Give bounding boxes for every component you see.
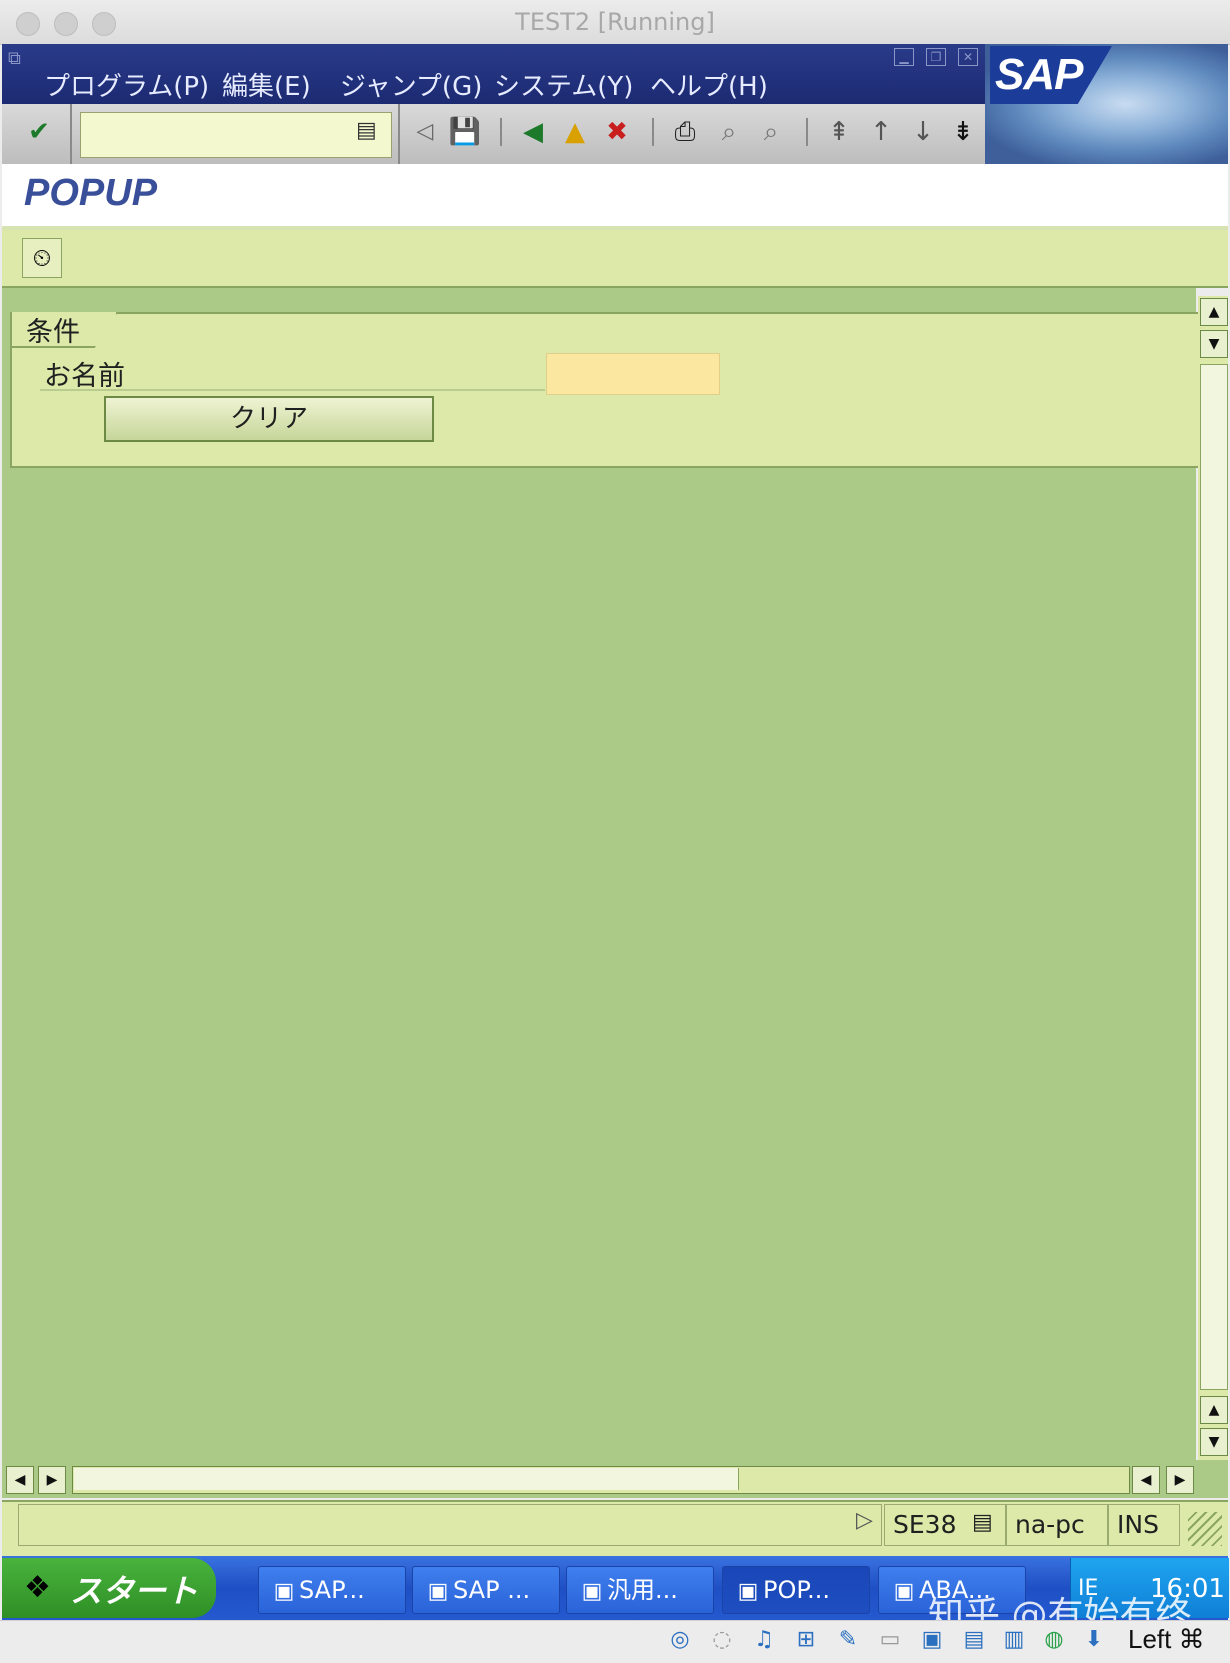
status-message [18, 1504, 882, 1546]
network-icon[interactable]: ⊞ [792, 1624, 820, 1656]
restore-icon[interactable]: ❐ [926, 48, 946, 66]
scroll-left-icon[interactable]: ◀ [1132, 1466, 1160, 1494]
task-general[interactable]: ▣ 汎用... [566, 1566, 714, 1614]
system-menu-icon[interactable]: ⧉ [8, 48, 21, 69]
sap-app-icon: ▣ [273, 1579, 295, 1604]
close-icon[interactable]: ✕ [958, 48, 978, 66]
toolbar-separator [500, 118, 502, 146]
label-underline [40, 389, 545, 391]
window-title: TEST2 [Running] [515, 8, 715, 36]
page-title: POPUP [24, 172, 158, 214]
cpu-icon[interactable]: ▥ [1000, 1624, 1028, 1656]
enter-icon[interactable]: ✔ [22, 114, 56, 150]
menu-help[interactable]: ヘルプ(H) [650, 66, 768, 103]
scroll-left-icon[interactable]: ◀ [6, 1466, 34, 1494]
find-icon[interactable]: ⌕ [712, 114, 746, 150]
toolbar-separator [652, 118, 654, 146]
host-key-label: Left ⌘ [1128, 1624, 1205, 1654]
exit-icon[interactable]: ▲ [558, 114, 592, 150]
status-mode[interactable]: INS [1108, 1504, 1180, 1546]
status-host: na-pc [1006, 1504, 1108, 1546]
clear-button[interactable]: クリア [104, 396, 434, 442]
windows-logo-icon: ❖ [24, 1570, 51, 1605]
frame-label: 条件 [26, 317, 80, 348]
menu-goto[interactable]: ジャンプ(G) [340, 66, 482, 103]
menu-edit[interactable]: 編集(E) [222, 66, 311, 103]
last-page-icon[interactable]: ⇟ [946, 114, 980, 150]
title-area [2, 164, 1228, 230]
scroll-down-icon[interactable]: ▼ [1200, 330, 1228, 358]
sap-app-icon: ▣ [893, 1579, 915, 1604]
toolbar-divider [398, 104, 400, 164]
display-icon[interactable]: ▣ [918, 1624, 946, 1656]
back-icon[interactable]: ◀ [516, 114, 550, 150]
usb-icon[interactable]: ✎ [834, 1624, 862, 1656]
toolbar-separator [806, 118, 808, 146]
system-info-icon[interactable]: ▤ [972, 1510, 993, 1535]
next-page-icon[interactable]: ↓ [906, 114, 940, 150]
execute-clock-icon[interactable]: ⏲ [22, 238, 62, 278]
command-field[interactable] [80, 112, 392, 158]
minimize-icon[interactable]: ▁ [894, 48, 914, 66]
status-expand-icon[interactable]: ▷ [856, 1508, 873, 1533]
scroll-down-icon[interactable]: ▼ [1200, 1428, 1228, 1456]
menu-system[interactable]: システム(Y) [494, 66, 633, 103]
resize-grip-icon[interactable] [1188, 1512, 1222, 1546]
task-popup[interactable]: ▣ POP... [722, 1566, 870, 1614]
task-label: SAP ... [453, 1576, 531, 1604]
audio-icon[interactable]: ♫ [750, 1624, 778, 1656]
name-label: お名前 [44, 361, 125, 392]
sap-logo-text: SAP [995, 50, 1083, 99]
horizontal-scroll-thumb[interactable] [74, 1468, 739, 1490]
scroll-right-icon[interactable]: ▶ [1166, 1466, 1194, 1494]
prev-page-icon[interactable]: ↑ [864, 114, 898, 150]
find-next-icon[interactable]: ⌕ [754, 114, 788, 150]
sap-app-icon: ▣ [427, 1579, 449, 1604]
save-icon[interactable]: 💾 [448, 114, 482, 150]
shared-folder-icon[interactable]: ▭ [876, 1624, 904, 1656]
transaction-code: SE38 [893, 1510, 957, 1539]
cancel-icon[interactable]: ✖ [600, 114, 634, 150]
task-label: POP... [763, 1576, 830, 1604]
cpu-activity-icon[interactable]: ◍ [1040, 1624, 1068, 1656]
hard-disk-icon[interactable]: ◎ [666, 1624, 694, 1656]
toolbar-divider [70, 104, 72, 164]
print-icon[interactable]: ⎙ [668, 114, 702, 150]
name-input[interactable] [546, 353, 720, 395]
application-toolbar [2, 230, 1228, 288]
task-label: SAP... [299, 1576, 365, 1604]
command-history-icon[interactable]: ▤ [356, 118, 377, 143]
scroll-up-icon[interactable]: ▲ [1200, 298, 1228, 326]
video-capture-icon[interactable]: ▤ [960, 1624, 988, 1656]
optical-drive-icon[interactable]: ◌ [708, 1624, 736, 1656]
scroll-up-icon[interactable]: ▲ [1200, 1396, 1228, 1424]
start-label: スタート [70, 1573, 199, 1609]
task-label: 汎用... [607, 1576, 678, 1604]
task-sap-1[interactable]: ▣ SAP... [258, 1566, 406, 1614]
sap-app-icon: ▣ [737, 1579, 759, 1604]
menu-program[interactable]: プログラム(P) [44, 66, 209, 103]
sap-app-icon: ▣ [581, 1579, 603, 1604]
vertical-scroll-thumb[interactable] [1200, 364, 1228, 1390]
first-page-icon[interactable]: ⇞ [822, 114, 856, 150]
back-arrow-icon[interactable]: ◁ [408, 114, 442, 150]
task-sap-2[interactable]: ▣ SAP ... [412, 1566, 560, 1614]
scroll-right-icon[interactable]: ▶ [38, 1466, 66, 1494]
download-icon[interactable]: ⬇ [1080, 1624, 1108, 1656]
